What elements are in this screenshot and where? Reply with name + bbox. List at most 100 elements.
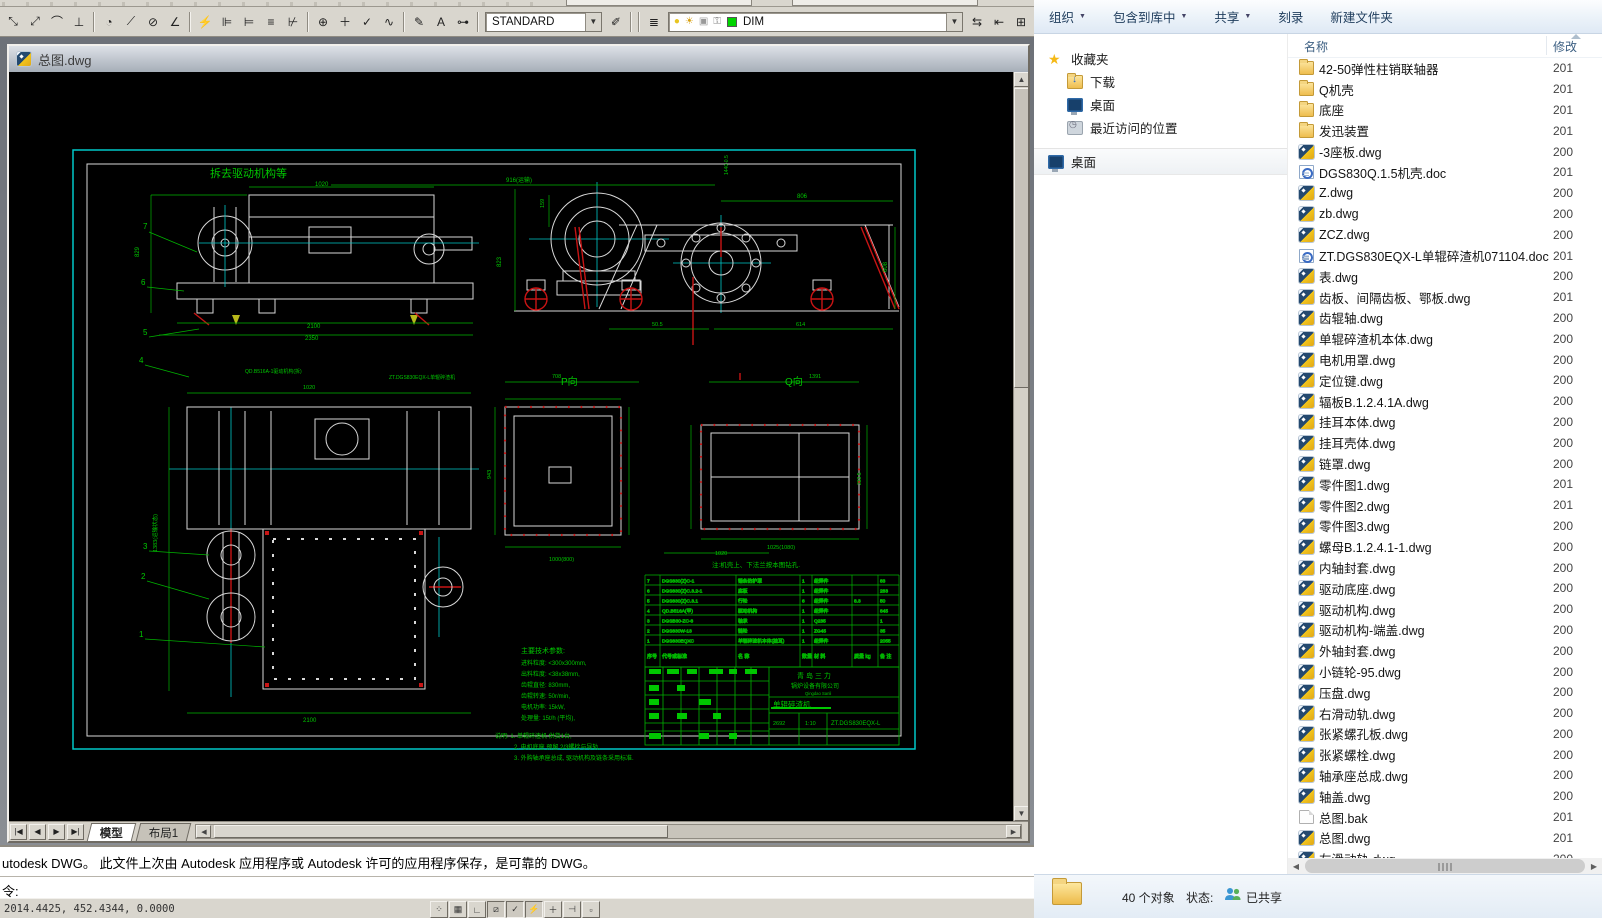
file-row[interactable]: 轴承座总成.dwg 200 <box>1288 765 1602 786</box>
toggle-otrack-button[interactable]: ⚡ <box>525 901 543 918</box>
dim-aligned-icon[interactable]: ⤢ <box>24 11 46 33</box>
toolbar-刻录-button[interactable]: 刻录 <box>1278 7 1303 26</box>
scroll-right-icon[interactable]: ▶ <box>1006 825 1021 838</box>
toggle-polar-button[interactable]: ⧄ <box>487 901 505 918</box>
dim-style-combo[interactable]: STANDARD ▼ <box>485 11 602 32</box>
layer-thaw-sun-icon[interactable]: ☀ <box>685 16 694 27</box>
toolbar-新建文件夹-button[interactable]: 新建文件夹 <box>1330 7 1393 26</box>
file-row[interactable]: 螺母B.1.2.4.1-1.dwg 200 <box>1288 536 1602 557</box>
sidebar-item-favorites[interactable]: ★ 收藏夹 <box>1034 47 1287 70</box>
dim-linear-icon[interactable]: ⤡ <box>2 11 24 33</box>
match-properties-icon[interactable]: ✐ <box>605 11 627 33</box>
file-row[interactable]: -3座板.dwg 200 <box>1288 141 1602 162</box>
column-divider[interactable] <box>1546 36 1547 55</box>
dim-ordinate-icon[interactable]: ⊥ <box>68 11 90 33</box>
dim-radius-icon[interactable]: ◔ <box>98 11 120 33</box>
layer-isolate-icon[interactable]: ⊞ <box>1010 11 1032 33</box>
file-list-horizontal-scrollbar[interactable]: ◀ ▶ <box>1288 858 1602 874</box>
scroll-right-icon[interactable]: ▶ <box>1586 858 1602 874</box>
layer-previous-icon[interactable]: ⇤ <box>988 11 1010 33</box>
file-row[interactable]: 挂耳壳体.dwg 200 <box>1288 432 1602 453</box>
dim-update-icon[interactable]: ✓ <box>356 11 378 33</box>
tab-next-icon[interactable]: ▶ <box>48 823 65 840</box>
file-row[interactable]: 单辊碎渣机本体.dwg 200 <box>1288 328 1602 349</box>
dim-jogged-icon[interactable]: ⟋ <box>120 11 142 33</box>
dim-break-icon[interactable]: ⊬ <box>282 11 304 33</box>
scroll-left-icon[interactable]: ◀ <box>1288 858 1304 874</box>
dim-space-icon[interactable]: ≡ <box>260 11 282 33</box>
file-row[interactable]: 总图.dwg 201 <box>1288 827 1602 848</box>
dim-text-edit-icon[interactable]: A <box>430 11 452 33</box>
toggle-snap-button[interactable]: ⁘ <box>430 901 448 918</box>
file-row[interactable]: 内轴封套.dwg 200 <box>1288 557 1602 578</box>
sidebar-item-download-folder[interactable]: 下载 <box>1034 70 1287 93</box>
file-row[interactable]: zb.dwg 200 <box>1288 204 1602 225</box>
toolbar-组织-button[interactable]: 组织 ▼ <box>1049 7 1086 26</box>
file-row[interactable]: ZT.DGS830EQX-L单辊碎渣机071104.doc 201 <box>1288 245 1602 266</box>
sidebar-item-desktop[interactable]: 桌面 <box>1034 93 1287 116</box>
file-row[interactable]: DGS830Q.1.5机壳.doc 201 <box>1288 162 1602 183</box>
document-titlebar[interactable]: 总图.dwg <box>9 46 1028 72</box>
toggle-dyn-button[interactable]: ⊣ <box>563 901 581 918</box>
file-row[interactable]: 总图.bak 201 <box>1288 807 1602 828</box>
chevron-down-icon[interactable]: ▼ <box>946 12 962 31</box>
file-row[interactable]: 底座 201 <box>1288 100 1602 121</box>
scrollbar-thumb[interactable] <box>1305 859 1585 873</box>
scrollbar-thumb[interactable] <box>214 825 668 838</box>
file-row[interactable]: 表.dwg 200 <box>1288 266 1602 287</box>
toggle-ducs-button[interactable]: ＋ <box>544 901 562 918</box>
file-row[interactable]: 发迅装置 201 <box>1288 120 1602 141</box>
canvas-horizontal-scrollbar[interactable]: ◀ ▶ <box>195 824 1022 839</box>
file-row[interactable]: 驱动底座.dwg 200 <box>1288 578 1602 599</box>
dim-angular-icon[interactable]: ∠ <box>164 11 186 33</box>
file-row[interactable]: 定位键.dwg 200 <box>1288 370 1602 391</box>
toggle-lwt-button[interactable]: ▫ <box>582 901 600 918</box>
toggle-grid-button[interactable]: ▦ <box>449 901 467 918</box>
layer-combo[interactable]: ● ☀ ▣ ⚿ DIM ▼ <box>667 11 963 32</box>
dim-edit-icon[interactable]: ✎ <box>408 11 430 33</box>
canvas-vertical-scrollbar[interactable]: ▲ ▼ <box>1013 72 1028 821</box>
file-row[interactable]: 齿辊轴.dwg 200 <box>1288 308 1602 329</box>
file-row[interactable]: 零件图3.dwg 200 <box>1288 516 1602 537</box>
file-row[interactable]: 辐板B.1.2.4.1A.dwg 200 <box>1288 391 1602 412</box>
scroll-left-icon[interactable]: ◀ <box>196 825 212 838</box>
dim-baseline-icon[interactable]: ⊫ <box>216 11 238 33</box>
column-header-name[interactable]: 名称 <box>1304 38 1328 55</box>
file-row[interactable]: 齿板、间隔齿板、鄂板.dwg 201 <box>1288 287 1602 308</box>
dim-jog-line-icon[interactable]: ∿ <box>378 11 400 33</box>
tolerance-icon[interactable]: ⊕ <box>312 11 334 33</box>
dim-continue-icon[interactable]: ⊨ <box>238 11 260 33</box>
layer-lock-icon[interactable]: ⚿ <box>713 16 721 27</box>
drawing-canvas[interactable]: 7 DGS830(Z)C-1 锤条防护罩 1 组焊件 83 6 DGS830(Z)C.3.2-… <box>9 72 1028 821</box>
toggle-osnap-button[interactable]: ✓ <box>506 901 524 918</box>
file-row[interactable]: 零件图2.dwg 201 <box>1288 495 1602 516</box>
dim-diameter-icon[interactable]: ⊘ <box>142 11 164 33</box>
tab-last-icon[interactable]: ▶| <box>67 823 84 840</box>
file-row[interactable]: 驱动机构-端盖.dwg 200 <box>1288 620 1602 641</box>
file-row[interactable]: 张紧螺孔板.dwg 200 <box>1288 724 1602 745</box>
layer-states-icon[interactable]: ⇆ <box>966 11 988 33</box>
file-row[interactable]: 外轴封套.dwg 200 <box>1288 640 1602 661</box>
file-row[interactable]: ZCZ.dwg 200 <box>1288 224 1602 245</box>
chevron-down-icon[interactable]: ▼ <box>584 12 601 31</box>
scroll-down-icon[interactable]: ▼ <box>1014 806 1028 821</box>
tab-prev-icon[interactable]: ◀ <box>29 823 46 840</box>
scrollbar-thumb[interactable] <box>1014 88 1028 388</box>
layer-freeze-icon[interactable]: ▣ <box>699 16 708 27</box>
scroll-up-icon[interactable]: ▲ <box>1014 72 1028 87</box>
toolbar-包含到库中-button[interactable]: 包含到库中 ▼ <box>1113 7 1187 26</box>
file-row[interactable]: 左滑动轨.dwg200 <box>1288 848 1602 858</box>
column-header-modified[interactable]: 修改 <box>1553 38 1577 55</box>
file-row[interactable]: 轴盖.dwg 200 <box>1288 786 1602 807</box>
toggle-ortho-button[interactable]: ∟ <box>468 901 486 918</box>
file-row[interactable]: Z.dwg 200 <box>1288 183 1602 204</box>
file-row[interactable]: 电机用罩.dwg 200 <box>1288 349 1602 370</box>
file-row[interactable]: 右滑动轨.dwg 200 <box>1288 703 1602 724</box>
dim-reassociate-icon[interactable]: ⊶ <box>452 11 474 33</box>
layer-properties-manager-icon[interactable]: ≣ <box>643 11 665 33</box>
command-line-window[interactable]: utodesk DWG。 此文件上次由 Autodesk 应用程序或 Autod… <box>0 845 1034 899</box>
tab-first-icon[interactable]: |◀ <box>10 823 27 840</box>
dim-arc-length-icon[interactable]: ⌒ <box>46 11 68 33</box>
layer-color-swatch[interactable] <box>726 16 737 27</box>
file-row[interactable]: 小链轮-95.dwg 200 <box>1288 661 1602 682</box>
